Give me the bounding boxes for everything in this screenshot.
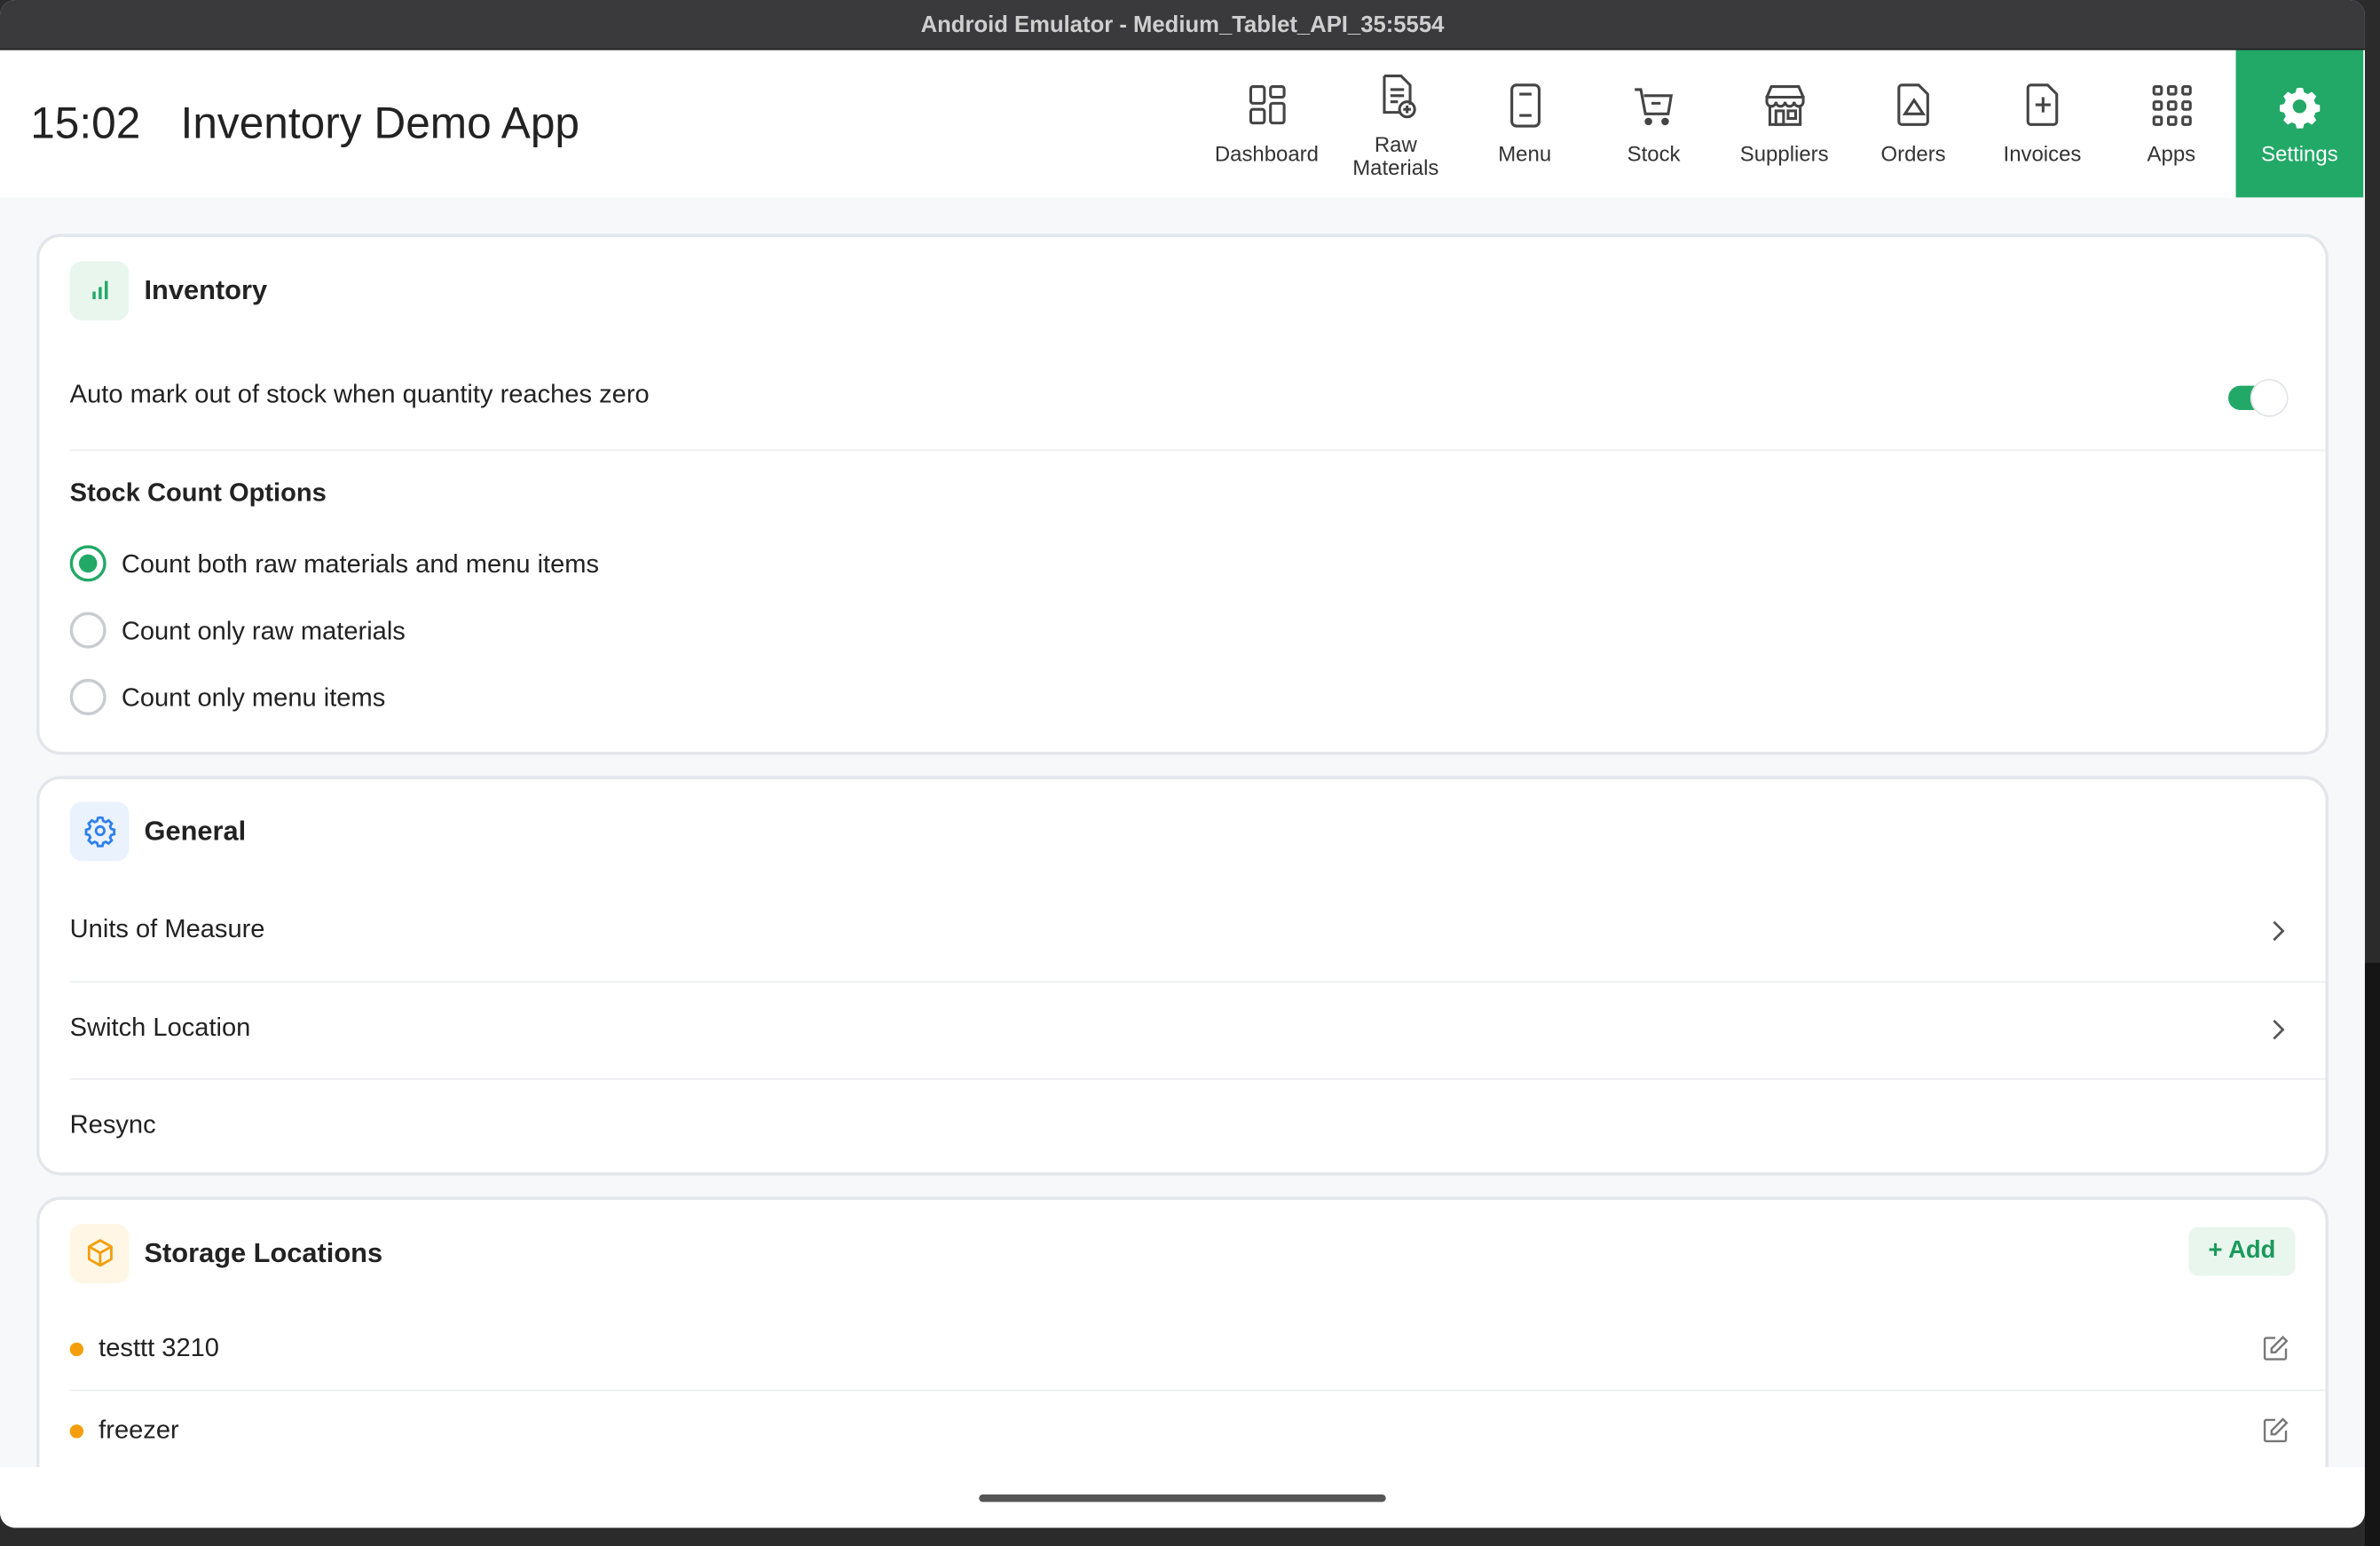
storage-card: Storage Locations + Add testtt 3210 free… [36,1196,2329,1468]
nav-label-dashboard: Dashboard [1214,141,1319,166]
edit-icon[interactable] [2262,1335,2289,1362]
auto-mark-row: Auto mark out of stock when quantity rea… [39,380,2325,416]
nav-suppliers[interactable]: Suppliers [1720,50,1848,197]
window-title: Android Emulator - Medium_Tablet_API_35:… [0,0,2365,51]
nav-label-invoices: Invoices [2003,141,2082,166]
app-title: Inventory Demo App [180,99,580,149]
units-of-measure-row[interactable]: Units of Measure [39,884,2325,982]
nav-invoices[interactable]: Invoices [1978,50,2107,197]
nav-label-apps: Apps [2147,141,2196,166]
auto-mark-toggle[interactable] [2226,376,2292,419]
location-row: testtt 3210 [39,1309,2325,1391]
dashboard-icon [1249,84,1285,125]
radio-label-count-both[interactable]: Count both raw materials and menu items [122,549,599,580]
system-nav-bar [0,1467,2365,1528]
storage-card-header: Storage Locations [69,1223,383,1283]
general-gear-icon [69,801,130,861]
settings-content: Inventory Auto mark out of stock when qu… [0,197,2365,1468]
nav-menu[interactable]: Menu [1461,50,1589,197]
nav-label-orders: Orders [1880,141,1946,166]
emulator-window: Android Emulator - Medium_Tablet_API_35:… [0,0,2365,1528]
switch-location-label: Switch Location [69,1013,251,1042]
location-name: freezer [99,1415,179,1445]
radio-count-menu[interactable] [69,678,106,715]
general-card-header: General [69,801,247,861]
gear-icon [2280,87,2321,129]
nav-label-raw-materials: Raw Materials [1352,131,1439,179]
location-row: freezer [39,1391,2325,1467]
radio-label-count-raw[interactable]: Count only raw materials [122,617,406,647]
nav-raw-materials[interactable]: Raw Materials [1331,50,1460,197]
cart-icon [1634,88,1673,126]
add-location-button[interactable]: + Add [2188,1227,2296,1276]
general-title: General [144,815,247,846]
location-dot [69,1342,84,1357]
nav-orders[interactable]: Orders [1848,50,1977,197]
location-dot [69,1424,84,1439]
general-card: General Units of Measure Switch Location… [36,776,2329,1178]
nav-label-settings: Settings [2261,141,2338,166]
chevron-right-icon [2273,920,2285,942]
inventory-title: Inventory [144,273,268,305]
switch-location-row[interactable]: Switch Location [39,982,2325,1080]
raw-materials-icon [1382,75,1415,119]
stock-count-title: Stock Count Options [69,478,327,508]
app-bar: 15:02 Inventory Demo App Dashboard Raw M… [0,50,2365,198]
units-of-measure-label: Units of Measure [69,914,265,943]
menu-icon [1509,83,1541,128]
radio-count-raw[interactable] [69,611,106,649]
status-time: 15:02 [30,99,141,149]
orders-icon [1896,83,1929,126]
radio-count-both[interactable] [69,545,106,582]
invoice-icon [2025,83,2058,126]
nav-label-menu: Menu [1498,141,1552,166]
nav-label-suppliers: Suppliers [1739,141,1829,166]
chevron-right-icon [2273,1019,2285,1040]
stock-count-heading: Stock Count Options [39,478,2325,515]
bar-chart-icon [69,260,130,320]
store-icon [1764,84,1804,126]
apps-grid-icon [2151,84,2191,126]
nav-apps[interactable]: Apps [2107,50,2235,197]
box-icon [69,1223,130,1283]
resync-label: Resync [69,1109,156,1140]
edit-icon[interactable] [2262,1417,2289,1445]
nav-dashboard[interactable]: Dashboard [1202,50,1331,197]
inventory-card-header: Inventory [69,260,268,320]
location-name: testtt 3210 [99,1333,219,1362]
window-edge [2364,962,2380,1546]
storage-title: Storage Locations [144,1236,383,1267]
radio-label-count-menu[interactable]: Count only menu items [122,683,385,714]
inventory-card: Inventory Auto mark out of stock when qu… [36,233,2329,755]
nav-label-stock: Stock [1627,141,1681,166]
nav-stock[interactable]: Stock [1589,50,1718,197]
nav-settings[interactable]: Settings [2235,50,2364,198]
resync-row[interactable]: Resync [39,1080,2325,1178]
home-gesture-handle[interactable] [979,1494,1386,1503]
auto-mark-label: Auto mark out of stock when quantity rea… [69,379,650,409]
inventory-divider [69,449,2326,452]
